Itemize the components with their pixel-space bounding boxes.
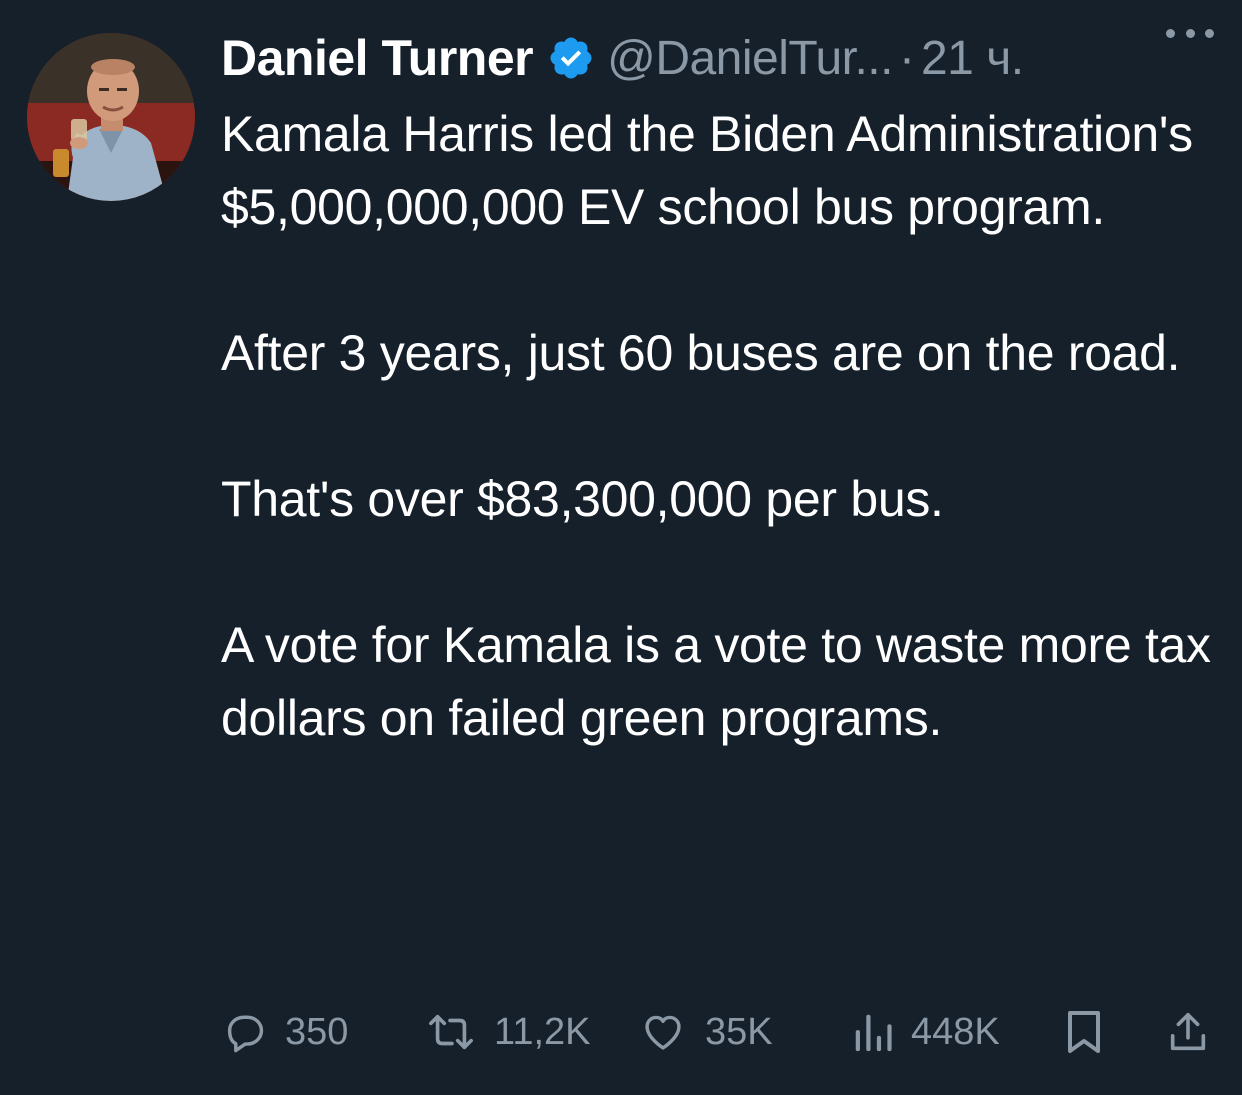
bookmark-icon	[1068, 1011, 1100, 1053]
avatar-photo-icon	[27, 33, 195, 201]
tweet-actions-bar: 350 11,2K 35K 448K	[221, 1005, 1216, 1059]
more-options-icon[interactable]	[1166, 18, 1214, 48]
repost-button[interactable]: 11,2K	[426, 1005, 590, 1059]
verified-badge-icon	[550, 37, 592, 79]
share-button[interactable]	[1165, 1005, 1211, 1059]
like-button[interactable]: 35K	[639, 1005, 773, 1059]
like-count: 35K	[705, 1010, 773, 1053]
author-display-name[interactable]: Daniel Turner	[221, 29, 534, 87]
tweet-header: Daniel Turner @DanielTur... · 21 ч.	[221, 26, 1231, 90]
avatar[interactable]	[27, 33, 195, 201]
heart-icon	[645, 1015, 681, 1050]
views-count: 448K	[911, 1010, 1000, 1053]
reply-bubble-icon	[227, 1015, 264, 1053]
tweet-paragraph: After 3 years, just 60 buses are on the …	[221, 325, 1181, 381]
tweet-paragraph: That's over $83,300,000 per bus.	[221, 471, 944, 527]
reply-button[interactable]: 350	[221, 1005, 348, 1059]
more-dot	[1166, 28, 1175, 38]
repost-icon	[429, 1014, 473, 1050]
repost-count: 11,2K	[494, 1010, 591, 1053]
tweet[interactable]: Daniel Turner @DanielTur... · 21 ч. Kama…	[0, 0, 1242, 1095]
more-dot	[1205, 28, 1214, 38]
tweet-paragraph: Kamala Harris led the Biden Administrati…	[221, 106, 1193, 235]
tweet-paragraph: A vote for Kamala is a vote to waste mor…	[221, 617, 1211, 746]
more-dot	[1185, 28, 1195, 38]
author-handle[interactable]: @DanielTur...	[607, 31, 893, 86]
bar-chart-icon	[855, 1014, 892, 1052]
header-separator: ·	[898, 31, 915, 85]
reply-count: 350	[285, 1010, 349, 1053]
views-button[interactable]: 448K	[853, 1005, 1000, 1059]
tweet-timestamp[interactable]: 21 ч.	[921, 31, 1024, 86]
tweet-text: Kamala Harris led the Biden Administrati…	[221, 98, 1221, 755]
bookmark-button[interactable]	[1064, 1005, 1104, 1059]
share-icon	[1170, 1012, 1206, 1051]
